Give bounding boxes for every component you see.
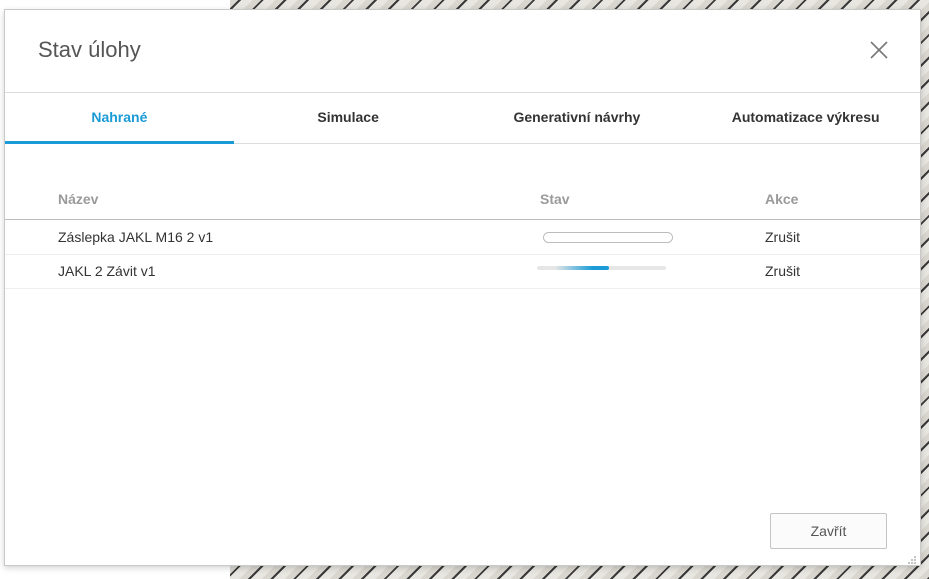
table-row: JAKL 2 Závit v1 Zrušit	[5, 254, 920, 289]
job-name: JAKL 2 Závit v1	[58, 263, 156, 279]
close-icon[interactable]	[868, 39, 890, 61]
dialog-header: Stav úlohy	[5, 10, 920, 93]
column-header-action: Akce	[765, 191, 799, 207]
table-header: Název Stav Akce	[5, 185, 920, 220]
tab-bar: Nahrané Simulace Generativní návrhy Auto…	[5, 93, 920, 144]
progress-bar-indeterminate	[537, 266, 666, 270]
cancel-link[interactable]: Zrušit	[765, 263, 800, 279]
progress-fill	[555, 266, 609, 270]
job-name: Záslepka JAKL M16 2 v1	[58, 229, 214, 245]
tab-nahrane[interactable]: Nahrané	[5, 93, 234, 144]
tab-simulace[interactable]: Simulace	[234, 93, 463, 143]
job-status-dialog: Stav úlohy Nahrané Simulace Generativní …	[4, 9, 921, 566]
progress-bar	[543, 232, 673, 243]
column-header-name: Název	[58, 191, 99, 207]
resize-grip-icon[interactable]	[907, 552, 917, 564]
cancel-link[interactable]: Zrušit	[765, 229, 800, 245]
column-header-status: Stav	[540, 191, 570, 207]
tab-automatizace-vykresu[interactable]: Automatizace výkresu	[691, 93, 920, 143]
close-button[interactable]: Zavřít	[770, 513, 887, 549]
tab-generativni-navrhy[interactable]: Generativní návrhy	[463, 93, 692, 143]
dialog-title: Stav úlohy	[38, 37, 141, 62]
table-row: Záslepka JAKL M16 2 v1 Zrušit	[5, 220, 920, 255]
